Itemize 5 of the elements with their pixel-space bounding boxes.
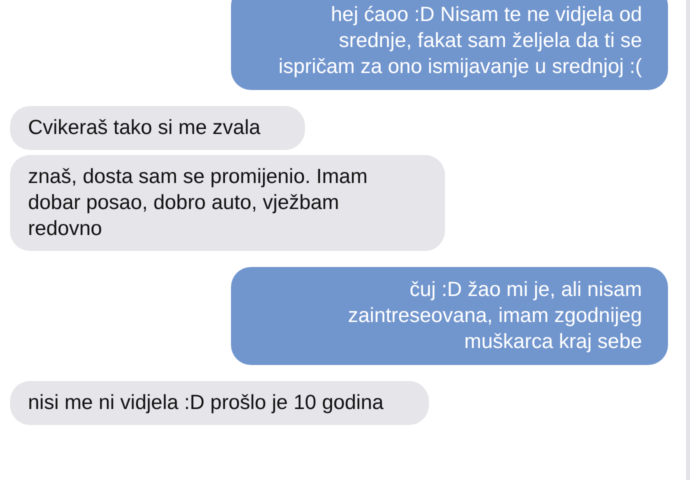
received-message-bubble: znaš, dosta sam se promijenio. Imam dobar posao, dobro auto, vježbam redovno [10,155,445,251]
sent-message-bubble: čuj :D žao mi je, ali nisam zaintreseovana, imam zgodnijeg muškarca kraj sebe [231,267,668,365]
received-message-bubble: nisi me ni vidjela :D prošlo je 10 godina [10,381,429,425]
received-message-bubble: Cvikeraš tako si me zvala [10,106,306,150]
sent-message-bubble: hej ćaoo :D Nisam te ne vidjela od srednje, fakat sam željela da ti se ispričam za ono ismijavanje u srednjoj :( [231,0,668,90]
